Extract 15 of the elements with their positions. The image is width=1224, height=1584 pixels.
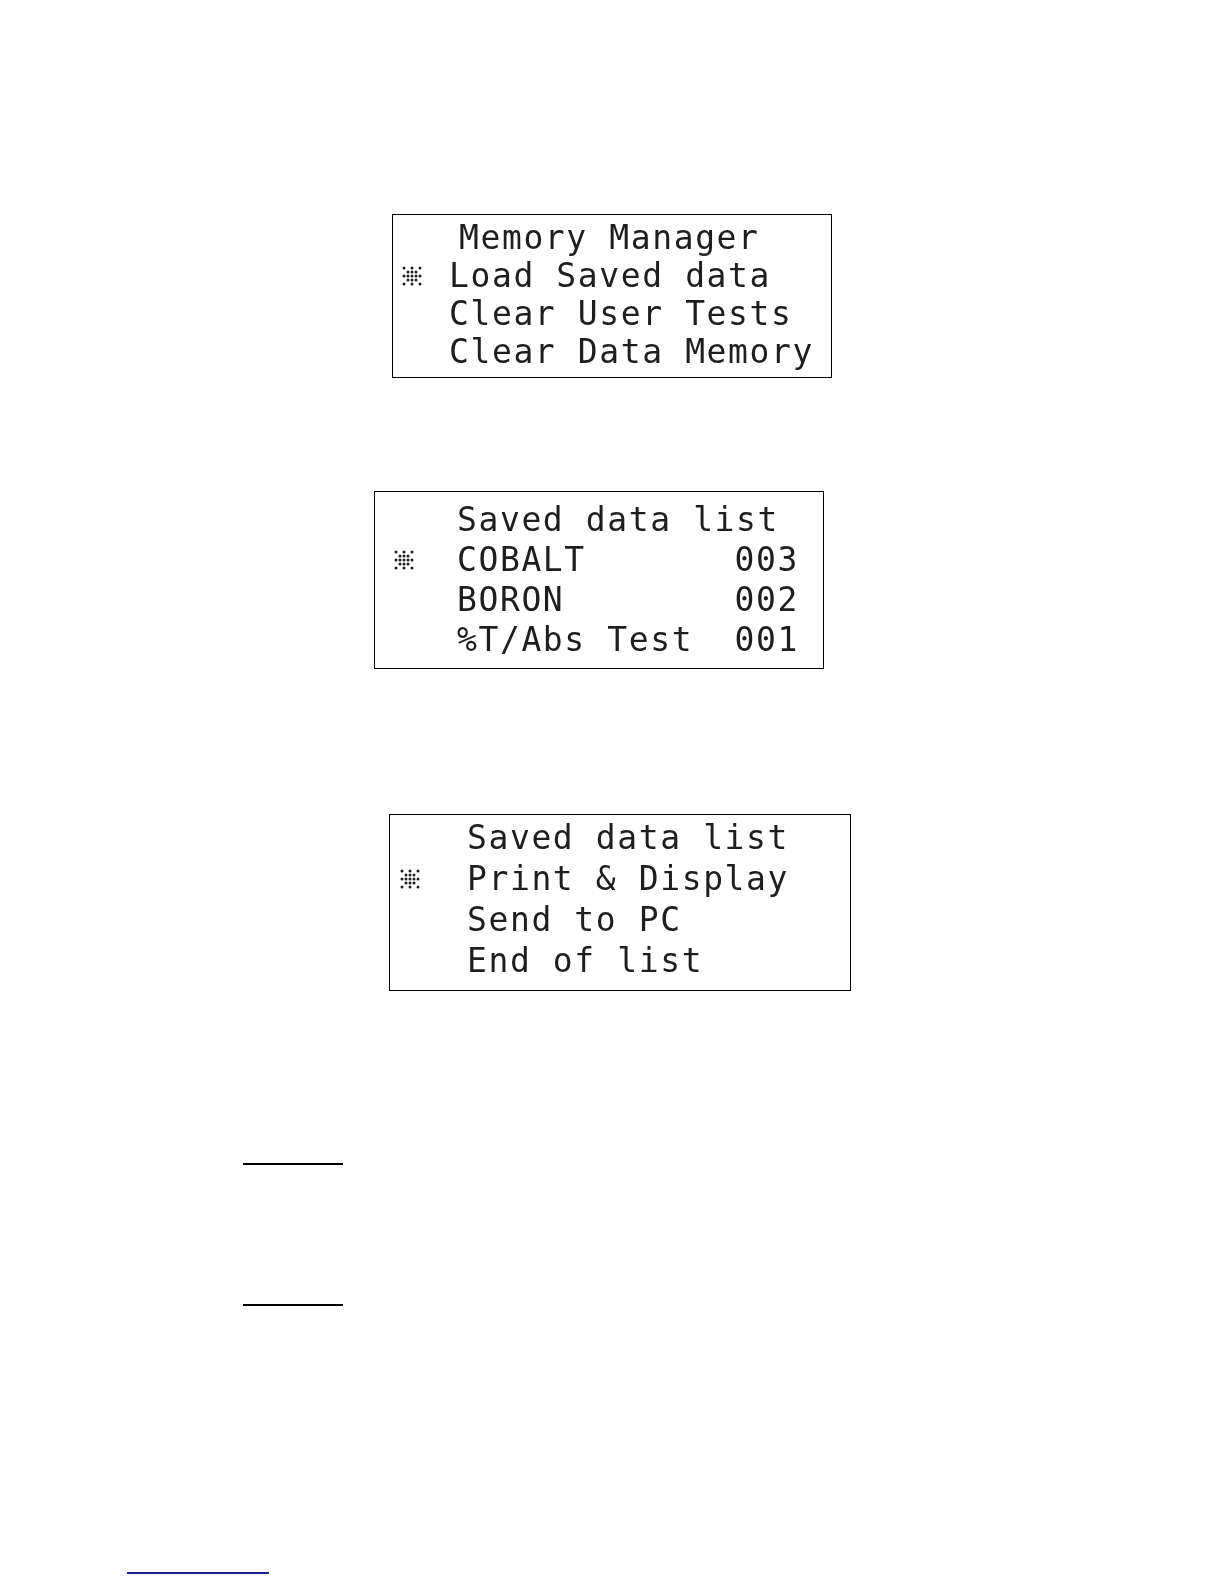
record-number: 003 — [734, 540, 799, 580]
menu-item[interactable]: End of list — [467, 940, 840, 981]
menu-item[interactable]: Load Saved data — [449, 257, 821, 295]
menu-item[interactable]: Clear User Tests — [449, 295, 821, 333]
record-number: 002 — [734, 580, 799, 620]
screen-title: Memory Manager — [459, 219, 760, 257]
menu-item[interactable]: BORON — [457, 580, 735, 620]
record-number: 001 — [734, 620, 799, 660]
menu-item[interactable]: COBALT — [457, 540, 735, 580]
menu-item[interactable]: Send to PC — [467, 899, 840, 940]
menu-item[interactable]: Clear Data Memory — [449, 333, 821, 371]
screen-title: Saved data list — [457, 500, 779, 540]
menu-item[interactable]: %T/Abs Test — [457, 620, 735, 660]
screen-title: Saved data list — [467, 817, 789, 858]
menu-item[interactable]: Print & Display — [467, 858, 840, 899]
